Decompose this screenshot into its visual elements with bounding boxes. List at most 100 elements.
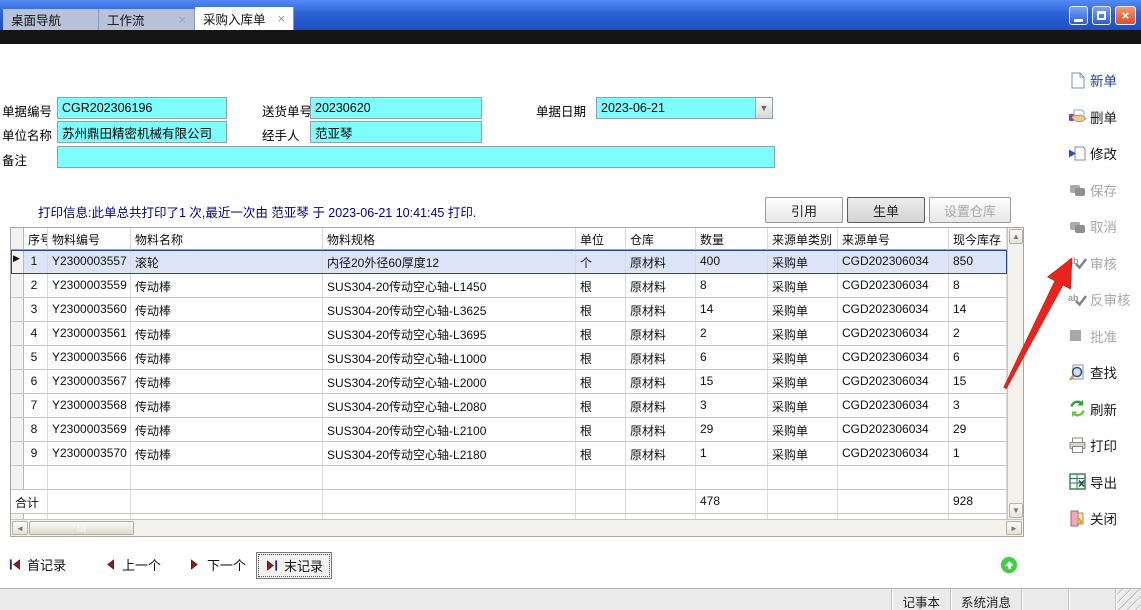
cell: 4 [24,322,48,346]
tab-bar: 桌面导航工作流×采购入库单× [3,7,294,30]
tab-2[interactable]: 工作流 × [99,9,195,30]
tab-label: 工作流 [107,10,145,29]
action-button-1[interactable]: 引用 [765,197,843,223]
cell: 9 [24,442,48,466]
cell: 3 [24,298,48,322]
scroll-down-button[interactable]: ▼ [1009,503,1023,518]
table-row-empty [11,466,1007,490]
remark-field[interactable] [57,146,775,168]
nav-next-record[interactable]: 下一个 [188,555,246,574]
cell: 400 [696,250,768,274]
action-button-2[interactable]: 生单 [847,197,925,223]
action-button-3[interactable]: 设置仓库 [929,197,1011,223]
toolbar-button-cancel[interactable]: 取消 [1068,208,1140,245]
handler-field[interactable] [310,121,482,143]
nav-prev-record[interactable]: 上一个 [103,555,161,574]
cell: SUS304-20传动空心轴-L2080 [323,394,576,418]
toolbar-button-delete-doc[interactable]: 删单 [1068,99,1140,136]
doc-no-field[interactable] [57,97,227,119]
scroll-left-button[interactable]: ◄ [12,521,28,535]
row-selector: ▶ [11,250,24,274]
cell: 2 [696,322,768,346]
cell: 传动棒 [131,298,323,322]
approve-icon [1068,326,1087,345]
tab-1[interactable]: 桌面导航 [3,9,99,30]
statusbar-cell[interactable]: 记事本 [891,589,950,610]
unit-name-field[interactable] [57,121,227,143]
cell: CGD202306034 [838,298,949,322]
cell: 850 [949,250,1007,274]
tab-3[interactable]: 采购入库单× [195,7,294,30]
column-header: 现今库存 [949,228,1007,250]
status-bar: 记事本系统消息 [0,588,1141,610]
table-total-row: 合计478928 [11,490,1007,514]
cell: 1 [24,250,48,274]
cell: 根 [576,418,626,442]
table-row[interactable]: 5Y2300003566传动棒SUS304-20传动空心轴-L1000根原材料6… [11,346,1007,370]
resize-grip[interactable] [1115,589,1141,610]
toolbar-button-close[interactable]: 关闭 [1068,500,1140,537]
toolbar-button-label: 保存 [1090,180,1117,200]
cell: Y2300003557 [48,250,131,274]
cell: 原材料 [626,418,696,442]
doc-date-dropdown-button[interactable]: ▼ [755,98,772,118]
cell: 采购单 [768,274,838,298]
cell: 采购单 [768,394,838,418]
toolbar-button-find[interactable]: 查找 [1068,354,1140,391]
toolbar-button-new-doc[interactable]: 新单 [1068,62,1140,99]
toolbar-button-modify[interactable]: 修改 [1068,135,1140,172]
toolbar-button-label: 审核 [1090,253,1117,273]
tab-close-icon[interactable]: × [278,12,286,25]
table-row[interactable]: 9Y2300003570传动棒SUS304-20传动空心轴-L2180根原材料1… [11,442,1007,466]
nav-first-record[interactable]: 首记录 [8,555,66,574]
column-header: 单位 [576,228,626,250]
table-row[interactable]: 4Y2300003561传动棒SUS304-20传动空心轴-L3695根原材料2… [11,322,1007,346]
cell: 根 [576,274,626,298]
status-ok-icon[interactable] [1000,556,1018,574]
toolbar-button-label: 打印 [1090,435,1117,455]
toolbar-button-unaudit[interactable]: ab反审核 [1068,281,1140,318]
delivery-no-field[interactable] [310,97,482,119]
cell: 采购单 [768,418,838,442]
doc-date-field[interactable] [596,97,773,119]
vertical-scrollbar[interactable]: ▲ ▼ [1007,228,1023,519]
cell: CGD202306034 [838,250,949,274]
nav-last-record[interactable]: 末记录 [256,552,332,579]
cell: Y2300003567 [48,370,131,394]
scroll-up-button[interactable]: ▲ [1009,229,1023,244]
toolbar-button-label: 查找 [1090,362,1117,382]
table-row[interactable]: 8Y2300003569传动棒SUS304-20传动空心轴-L2100根原材料2… [11,418,1007,442]
toolbar-button-approve[interactable]: 批准 [1068,318,1140,355]
cell: 1 [949,442,1007,466]
cell [48,490,131,514]
tab-close-icon[interactable]: × [178,13,186,26]
column-header: 来源单类别 [768,228,838,250]
toolbar-button-audit[interactable]: ab审核 [1068,245,1140,282]
table-row[interactable]: 2Y2300003559传动棒SUS304-20传动空心轴-L1450根原材料8… [11,274,1007,298]
table-row[interactable]: 7Y2300003568传动棒SUS304-20传动空心轴-L2080根原材料3… [11,394,1007,418]
statusbar-cell[interactable]: 系统消息 [950,589,1021,610]
scroll-right-button[interactable]: ► [1006,521,1022,535]
scrollbar-thumb[interactable] [29,521,134,535]
cell: CGD202306034 [838,370,949,394]
toolbar-button-export[interactable]: 导出 [1068,464,1140,501]
cell: 个 [576,250,626,274]
doc-date-label: 单据日期 [536,101,586,120]
horizontal-scrollbar[interactable]: ◄ ► [11,519,1023,536]
toolbar-button-refresh[interactable]: 刷新 [1068,391,1140,428]
toolbar-button-save[interactable]: 保存 [1068,172,1140,209]
minimize-button[interactable] [1069,6,1088,25]
statusbar-cell-empty [1068,589,1115,610]
restore-button[interactable] [1092,6,1111,25]
column-header: 数量 [696,228,768,250]
table-row[interactable]: ▶1Y2300003557滚轮内径20外径60厚度12个原材料400采购单CGD… [11,250,1007,274]
table-row[interactable]: 3Y2300003560传动棒SUS304-20传动空心轴-L3625根原材料1… [11,298,1007,322]
table-row[interactable]: 6Y2300003567传动棒SUS304-20传动空心轴-L2000根原材料1… [11,370,1007,394]
cell: 6 [24,370,48,394]
toolbar-button-label: 删单 [1090,107,1117,127]
cell: 滚轮 [131,250,323,274]
window-controls: × [1069,6,1136,25]
close-window-button[interactable]: × [1115,6,1136,25]
toolbar-button-print[interactable]: 打印 [1068,427,1140,464]
cell: 根 [576,298,626,322]
